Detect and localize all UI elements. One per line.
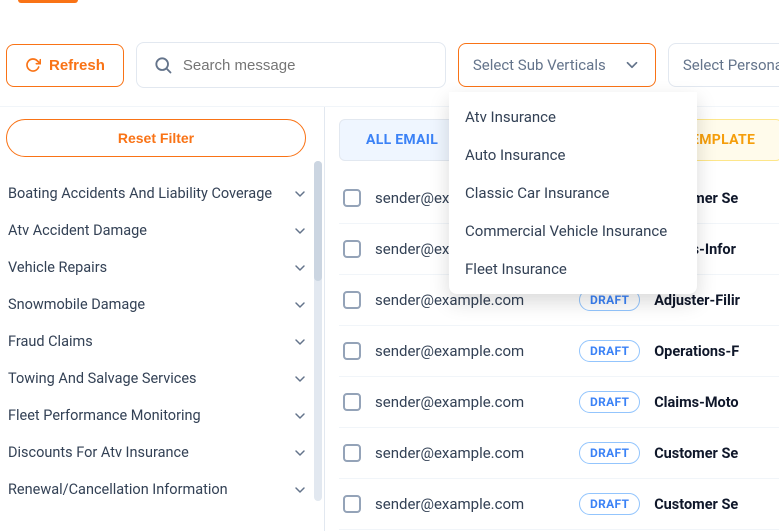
table-row[interactable]: sender@example.com DRAFT Operations-F xyxy=(339,326,779,377)
filter-item[interactable]: Fleet Performance Monitoring xyxy=(6,397,310,434)
table-row[interactable]: sender@example.com DRAFT Claims-Moto xyxy=(339,377,779,428)
filter-item-label: Boating Accidents And Liability Coverage xyxy=(8,185,272,202)
row-subject: Adjuster-Filir xyxy=(654,292,740,309)
row-email: sender@example.com xyxy=(375,393,565,411)
status-badge: DRAFT xyxy=(579,442,640,464)
dropdown-item[interactable]: Commercial Vehicle Insurance xyxy=(449,212,697,250)
row-checkbox[interactable] xyxy=(343,495,361,513)
filter-list: Boating Accidents And Liability Coverage… xyxy=(6,175,310,508)
filter-item-label: Vehicle Repairs xyxy=(8,259,107,276)
persona-select[interactable]: Select Persona xyxy=(668,43,779,87)
filter-item[interactable]: Vehicle Repairs xyxy=(6,249,310,286)
row-checkbox[interactable] xyxy=(343,291,361,309)
search-box[interactable] xyxy=(136,42,446,88)
filter-item-label: Snowmobile Damage xyxy=(8,296,145,313)
filter-item[interactable]: Renewal/Cancellation Information xyxy=(6,471,310,508)
filter-item-label: Renewal/Cancellation Information xyxy=(8,481,228,498)
chevron-down-icon xyxy=(292,445,308,461)
dropdown-item[interactable]: Atv Insurance xyxy=(449,98,697,136)
filter-sidebar: Reset Filter Boating Accidents And Liabi… xyxy=(0,107,325,531)
persona-placeholder: Select Persona xyxy=(683,56,779,74)
refresh-icon xyxy=(25,57,41,73)
tab-all-email[interactable]: ALL EMAIL xyxy=(339,119,465,161)
row-checkbox[interactable] xyxy=(343,342,361,360)
filter-item[interactable]: Snowmobile Damage xyxy=(6,286,310,323)
status-badge: DRAFT xyxy=(579,391,640,413)
row-checkbox[interactable] xyxy=(343,240,361,258)
filter-item[interactable]: Boating Accidents And Liability Coverage xyxy=(6,175,310,212)
sidebar-scrollbar-thumb[interactable] xyxy=(314,161,322,281)
status-badge: DRAFT xyxy=(579,493,640,515)
chevron-down-icon xyxy=(292,371,308,387)
sidebar-scrollbar-track[interactable] xyxy=(314,161,322,501)
filter-item-label: Fleet Performance Monitoring xyxy=(8,407,201,424)
chevron-down-icon xyxy=(292,334,308,350)
sub-verticals-placeholder: Select Sub Verticals xyxy=(473,56,606,74)
table-row[interactable]: sender@example.com DRAFT Customer Se xyxy=(339,428,779,479)
chevron-down-icon xyxy=(623,56,641,74)
filter-item[interactable]: Fraud Claims xyxy=(6,323,310,360)
filter-item-label: Fraud Claims xyxy=(8,333,93,350)
dropdown-item[interactable]: Auto Insurance xyxy=(449,136,697,174)
chevron-down-icon xyxy=(292,297,308,313)
filter-item-label: Discounts For Atv Insurance xyxy=(8,444,189,461)
row-checkbox[interactable] xyxy=(343,444,361,462)
row-subject: Operations-F xyxy=(654,343,739,360)
refresh-label: Refresh xyxy=(49,57,105,74)
reset-filter-button[interactable]: Reset Filter xyxy=(6,119,306,157)
row-checkbox[interactable] xyxy=(343,189,361,207)
row-email: sender@example.com xyxy=(375,444,565,462)
table-row[interactable]: sender@example.com DRAFT Customer Se xyxy=(339,479,779,530)
search-icon xyxy=(153,55,173,75)
chevron-down-icon xyxy=(292,186,308,202)
sub-verticals-select[interactable]: Select Sub Verticals xyxy=(458,43,656,87)
dropdown-item[interactable]: Fleet Insurance xyxy=(449,250,697,288)
filter-item[interactable]: Discounts For Atv Insurance xyxy=(6,434,310,471)
filter-item-label: Atv Accident Damage xyxy=(8,222,147,239)
dropdown-item[interactable]: Classic Car Insurance xyxy=(449,174,697,212)
row-subject: Customer Se xyxy=(654,496,738,513)
row-email: sender@example.com xyxy=(375,342,565,360)
chevron-down-icon xyxy=(292,223,308,239)
row-subject: Customer Se xyxy=(654,445,738,462)
row-subject: Claims-Moto xyxy=(654,394,738,411)
status-badge: DRAFT xyxy=(579,340,640,362)
search-input[interactable] xyxy=(183,57,429,74)
row-email: sender@example.com xyxy=(375,495,565,513)
sub-verticals-dropdown: Atv InsuranceAuto InsuranceClassic Car I… xyxy=(449,92,697,294)
active-tab-indicator xyxy=(0,0,779,2)
filter-item-label: Towing And Salvage Services xyxy=(8,370,197,387)
chevron-down-icon xyxy=(292,482,308,498)
filter-item[interactable]: Towing And Salvage Services xyxy=(6,360,310,397)
chevron-down-icon xyxy=(292,260,308,276)
row-checkbox[interactable] xyxy=(343,393,361,411)
chevron-down-icon xyxy=(292,408,308,424)
refresh-button[interactable]: Refresh xyxy=(6,44,124,87)
filter-item[interactable]: Atv Accident Damage xyxy=(6,212,310,249)
